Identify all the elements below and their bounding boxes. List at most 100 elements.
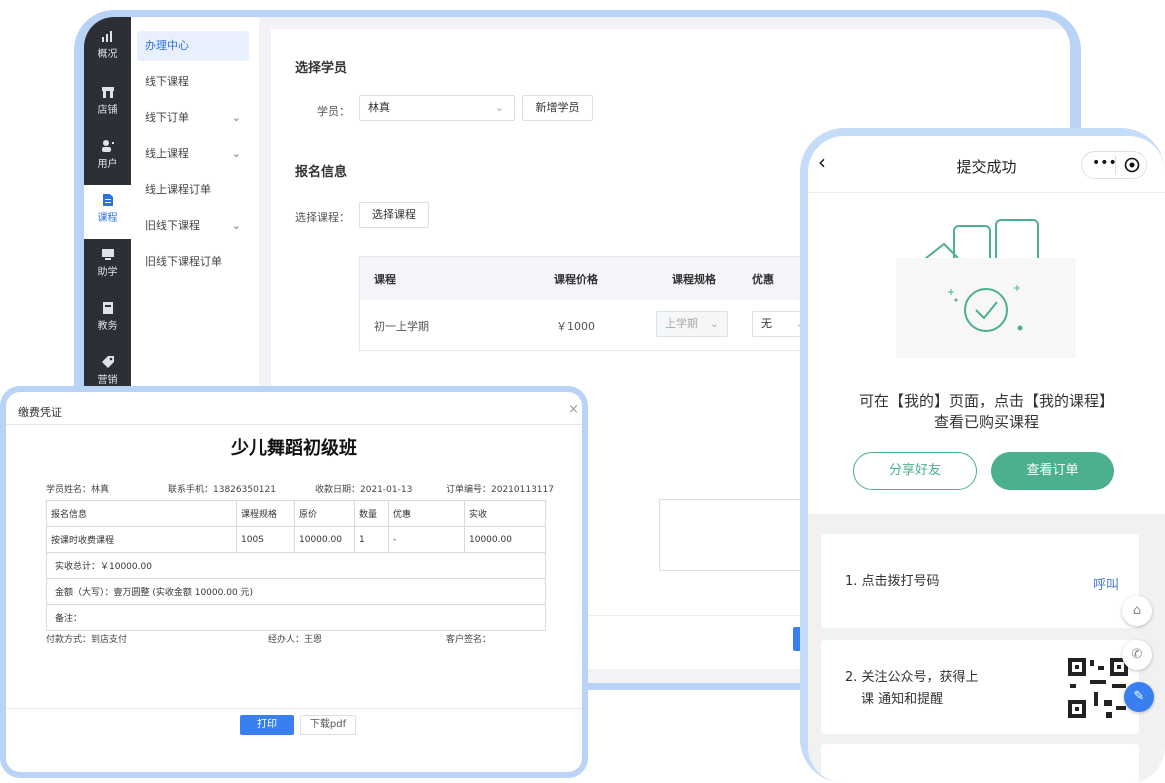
submenu-label: 线下订单: [145, 111, 189, 124]
document-icon: [102, 194, 113, 206]
enroll-info-heading: 报名信息: [295, 165, 348, 180]
customer-signature: 客户签名：: [446, 635, 492, 645]
payment-method: 付款方式：到店支付: [46, 635, 128, 645]
rail-label: 助学: [97, 267, 118, 278]
divider: [808, 192, 1165, 193]
rail-label: 课程: [97, 213, 118, 224]
rail-item-course[interactable]: 课程: [84, 185, 131, 239]
step-follow-line2: 课 通知和提醒: [861, 692, 944, 707]
view-order-button[interactable]: 查看订单: [991, 452, 1114, 490]
student-select[interactable]: 林真 ⌄: [359, 95, 515, 121]
select-student-heading: 选择学员: [295, 61, 348, 76]
chevron-down-icon: ⌄: [494, 101, 504, 114]
chart-icon: [101, 31, 112, 42]
row-course: 初一上学期: [374, 320, 429, 333]
col-price: 课程价格: [554, 273, 598, 286]
th-spec: 课程规格: [236, 500, 295, 527]
step-call: 1. 点击拨打号码: [845, 574, 940, 589]
cell: -: [388, 526, 465, 553]
rail-item-academic[interactable]: 教务: [84, 293, 131, 347]
receipt-table: 报名信息 课程规格 原价 数量 优惠 实收 按课时收费课程 100S 10000…: [46, 500, 546, 631]
chevron-down-icon: ⌄: [709, 317, 719, 330]
user-icon: [101, 140, 114, 152]
student-label: 学员：: [317, 105, 350, 118]
phone-icon[interactable]: ✆: [1122, 640, 1152, 670]
pay-date: 收款日期：2021-01-13: [315, 485, 413, 495]
cell: 100S: [236, 526, 295, 553]
call-card: 1. 点击拨打号码: [821, 534, 1139, 628]
rail-item-overview[interactable]: 概况: [84, 21, 131, 75]
store-icon: [101, 87, 114, 98]
rail-label: 店铺: [97, 105, 118, 116]
step-follow-line1: 2. 关注公众号，获得上: [845, 670, 979, 685]
col-discount: 优惠: [752, 273, 774, 286]
cell: 10000.00: [294, 526, 355, 553]
row-price: ￥1000: [556, 320, 595, 333]
student-name: 学员姓名：林真: [46, 485, 110, 495]
order-number: 订单编号：20210113117: [446, 485, 554, 495]
submenu-label: 旧线下课程: [145, 219, 200, 232]
submenu-label: 线下课程: [145, 75, 189, 88]
capsule-menu: •••: [1081, 151, 1147, 179]
table-row: 金额（大写）：壹万圆整 (实收金额 10000.00 元): [46, 578, 546, 605]
submenu-item-center[interactable]: 办理中心: [137, 31, 249, 61]
divider: [6, 424, 582, 425]
close-miniprogram-icon[interactable]: [1124, 157, 1140, 173]
success-message-line2: 查看已购买课程: [933, 413, 1039, 431]
divider: [6, 708, 582, 709]
dialog-title: 缴费凭证: [18, 406, 62, 419]
print-button[interactable]: 打印: [240, 715, 294, 735]
call-link[interactable]: 呼叫: [1093, 574, 1119, 593]
class-name: 少儿舞蹈初级班: [231, 438, 357, 459]
col-course: 课程: [374, 273, 396, 286]
th-price: 原价: [294, 500, 355, 527]
submenu-item-offline-course[interactable]: 线下课程: [137, 67, 249, 97]
discount-select-value: 无: [761, 317, 772, 330]
rail-label: 用户: [97, 159, 118, 170]
col-spec: 课程规格: [672, 273, 716, 286]
download-pdf-button[interactable]: 下载pdf: [300, 715, 356, 735]
cell: 10000.00: [464, 526, 546, 553]
tag-icon: [101, 356, 114, 368]
more-icon[interactable]: •••: [1092, 155, 1117, 171]
rail-item-store[interactable]: 店铺: [84, 77, 131, 131]
course-select-label: 选择课程：: [295, 211, 350, 224]
success-message-line1: 可在【我的】页面，点击【我的课程】: [858, 392, 1114, 410]
chevron-down-icon: ⌄: [231, 219, 241, 232]
submenu-item-old-offline-course[interactable]: 旧线下课程 ⌄: [137, 211, 249, 241]
rail-item-assist[interactable]: 助学: [84, 239, 131, 293]
table-row: 实收总计：￥10000.00: [46, 552, 546, 579]
rail-label: 教务: [97, 321, 118, 332]
add-student-button[interactable]: 新增学员: [522, 95, 593, 121]
monitor-icon: [101, 249, 114, 260]
receipt-dialog: 缴费凭证 × 少儿舞蹈初级班 学员姓名：林真 联系手机：13826350121 …: [6, 392, 582, 772]
phone-number: 联系手机：13826350121: [168, 485, 276, 495]
select-course-button[interactable]: 选择课程: [359, 202, 429, 228]
th-info: 报名信息: [46, 500, 237, 527]
phone-screen: ‹ 提交成功 ••• 可在【我的】页面，点击【我的课程】 查看已购买课程 分享好…: [808, 136, 1165, 783]
submenu-label: 线上课程订单: [145, 183, 211, 196]
share-button[interactable]: 分享好友: [853, 452, 977, 490]
spec-select[interactable]: 上学期 ⌄: [656, 311, 728, 337]
close-icon[interactable]: ×: [568, 402, 579, 417]
th-qty: 数量: [354, 500, 389, 527]
chevron-down-icon: ⌄: [231, 111, 241, 124]
submenu-item-online-order[interactable]: 线上课程订单: [137, 175, 249, 205]
submenu-item-old-offline-order[interactable]: 旧线下课程订单: [137, 247, 249, 277]
home-icon[interactable]: ⌂: [1122, 596, 1152, 626]
rail-item-user[interactable]: 用户: [84, 131, 131, 185]
follow-card: 2. 关注公众号，获得上 课 通知和提醒: [821, 640, 1139, 734]
submenu-label: 办理中心: [145, 39, 189, 52]
success-illustration-icon: [896, 219, 1076, 358]
table-row: 按课时收费课程 100S 10000.00 1 - 10000.00: [46, 526, 546, 553]
handler: 经办人：王恩: [268, 635, 323, 645]
submenu-item-offline-order[interactable]: 线下订单 ⌄: [137, 103, 249, 133]
total-row: 实收总计：￥10000.00: [46, 552, 546, 579]
submenu-item-online-course[interactable]: 线上课程 ⌄: [137, 139, 249, 169]
book-icon: [102, 302, 113, 314]
rail-label: 概况: [97, 49, 118, 60]
message-icon[interactable]: ✎: [1124, 682, 1154, 712]
th-paid: 实收: [464, 500, 546, 527]
amount-words-row: 金额（大写）：壹万圆整 (实收金额 10000.00 元): [46, 578, 546, 605]
th-discount: 优惠: [388, 500, 465, 527]
